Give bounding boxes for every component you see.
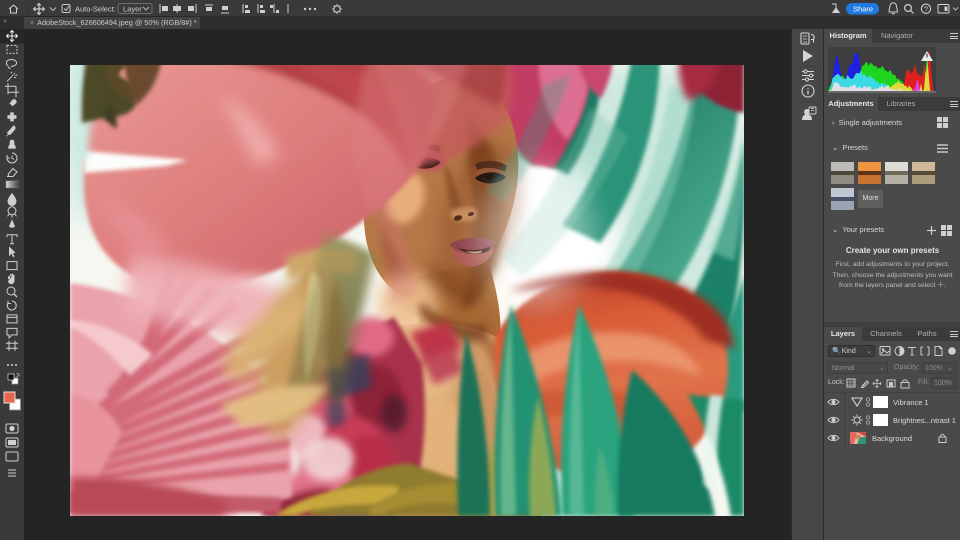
svg-text:Share: Share xyxy=(853,5,873,14)
svg-text:Brightnes...ntrast 1: Brightnes...ntrast 1 xyxy=(893,416,956,425)
svg-text:?: ? xyxy=(924,7,928,14)
svg-text:Auto-Select:: Auto-Select: xyxy=(75,5,116,14)
svg-text:Vibrance 1: Vibrance 1 xyxy=(893,398,929,407)
svg-text:Layer: Layer xyxy=(123,5,142,14)
svg-text:Background: Background xyxy=(872,434,912,443)
